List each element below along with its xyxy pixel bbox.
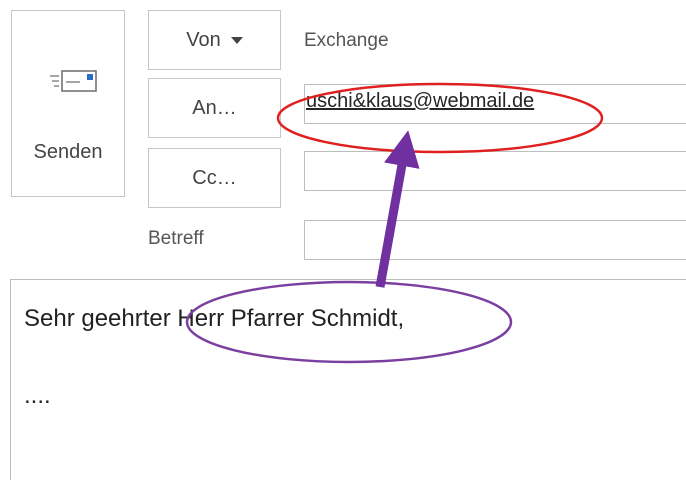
salutation-highlight-ellipse — [185, 280, 513, 364]
mail-compose-window: Senden Von Exchange An… uschi&klaus@webm… — [0, 0, 686, 480]
annotation-arrow — [375, 130, 420, 288]
recipient-highlight-ellipse — [276, 82, 604, 154]
annotation-overlay — [185, 82, 604, 364]
